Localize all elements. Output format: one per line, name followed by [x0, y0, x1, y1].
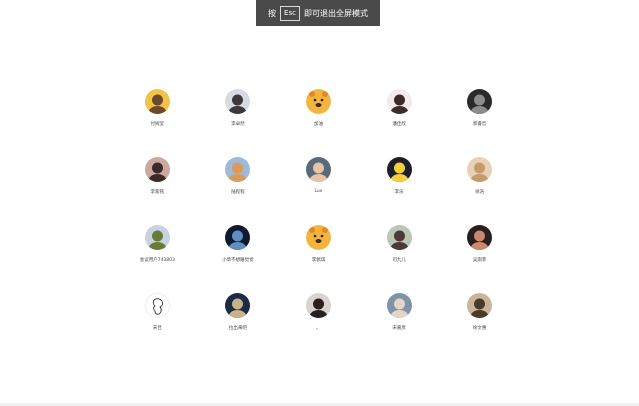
avatar-photo-icon — [144, 89, 170, 114]
participant-tile[interactable]: 徐浩 — [439, 157, 520, 225]
participant-name: 李卓然 — [231, 122, 245, 127]
participant-name: 李佩琪 — [311, 258, 326, 263]
participant-name: 司九儿 — [392, 258, 406, 263]
participant-tile[interactable]: 吴雨菲 — [439, 225, 520, 293]
avatar-photo-icon — [467, 293, 493, 318]
participant-name: 宋佳 — [152, 326, 162, 331]
participant-name: Lux — [314, 189, 323, 194]
avatar-sketch-icon — [144, 293, 170, 318]
winnie-the-pooh-icon — [305, 89, 331, 114]
participant-name: 徐浩 — [475, 190, 485, 195]
participant-tile[interactable]: 司九儿 — [359, 225, 440, 293]
avatar-photo-icon — [386, 157, 412, 182]
participant-tile[interactable]: 郭睿哲 — [439, 89, 520, 157]
participant-name: 宋嘉彦 — [392, 326, 406, 331]
avatar-photo-icon — [225, 293, 251, 318]
avatar-photo-icon — [467, 157, 493, 182]
participant-name: 。 — [316, 326, 321, 331]
participant-tile[interactable]: Lux — [278, 157, 359, 225]
participant-tile[interactable]: 李家铭 — [117, 157, 198, 225]
participant-name: 潘佳欣 — [392, 122, 406, 127]
avatar-photo-icon — [305, 157, 331, 182]
participant-tile[interactable]: 小草不想睡觉觉 — [198, 225, 279, 293]
participant-name: 李乐 — [394, 190, 404, 195]
participant-name: 李家铭 — [150, 190, 165, 195]
avatar-photo-icon — [144, 157, 170, 182]
avatar-photo-icon — [386, 293, 412, 318]
participant-tile[interactable]: 。 — [278, 293, 359, 361]
participant-name: 郭睿哲 — [472, 122, 487, 127]
avatar-photo-icon — [305, 293, 331, 318]
avatar-photo-icon — [386, 89, 412, 114]
participant-tile[interactable]: 徐文惠 — [439, 293, 520, 361]
banner-suffix: 即可退出全屏模式 — [303, 8, 368, 18]
participant-name: 拉出来吧 — [228, 326, 247, 331]
avatar-photo-icon — [225, 89, 251, 114]
participant-name: 徐文惠 — [472, 326, 487, 331]
participant-tile[interactable]: 拉出来吧 — [198, 293, 279, 361]
participant-tile[interactable]: 宋佳 — [117, 293, 198, 361]
participant-tile[interactable]: 李卓然 — [198, 89, 279, 157]
participant-tile[interactable]: 李佩琪 — [278, 225, 359, 293]
exit-fullscreen-banner: 按 Esc 即可退出全屏模式 — [256, 0, 380, 26]
participant-tile[interactable]: 会议用户743803 — [117, 225, 198, 293]
banner-prefix: 按 — [268, 8, 277, 18]
winnie-the-pooh-icon — [305, 225, 331, 250]
avatar-photo-icon — [144, 225, 170, 250]
avatar-photo-icon — [225, 225, 251, 250]
participant-name: 小草不想睡觉觉 — [222, 258, 254, 263]
participant-tile[interactable]: 李乐 — [359, 157, 440, 225]
participant-name: 加油 — [313, 122, 323, 127]
avatar-photo-icon — [467, 225, 493, 250]
participant-name: 会议用户743803 — [139, 258, 175, 263]
participant-name: 付婉莹 — [150, 122, 165, 127]
participant-name: 陆程程 — [231, 190, 245, 195]
esc-key-badge: Esc — [280, 5, 300, 21]
participant-tile[interactable]: 加油 — [278, 89, 359, 157]
participant-tile[interactable]: 宋嘉彦 — [359, 293, 440, 361]
participant-tile[interactable]: 潘佳欣 — [359, 89, 440, 157]
participant-tile[interactable]: 陆程程 — [198, 157, 279, 225]
avatar-photo-icon — [225, 157, 251, 182]
participant-name: 吴雨菲 — [472, 258, 487, 263]
participant-tile[interactable]: 付婉莹 — [117, 89, 198, 157]
avatar-photo-icon — [467, 89, 493, 114]
avatar-photo-icon — [386, 225, 412, 250]
participant-grid: 付婉莹 李卓然 加油 潘佳欣 郭睿哲李家铭 陆程程 Lux 李乐 徐浩会议用户743803 小草不… — [117, 89, 520, 361]
